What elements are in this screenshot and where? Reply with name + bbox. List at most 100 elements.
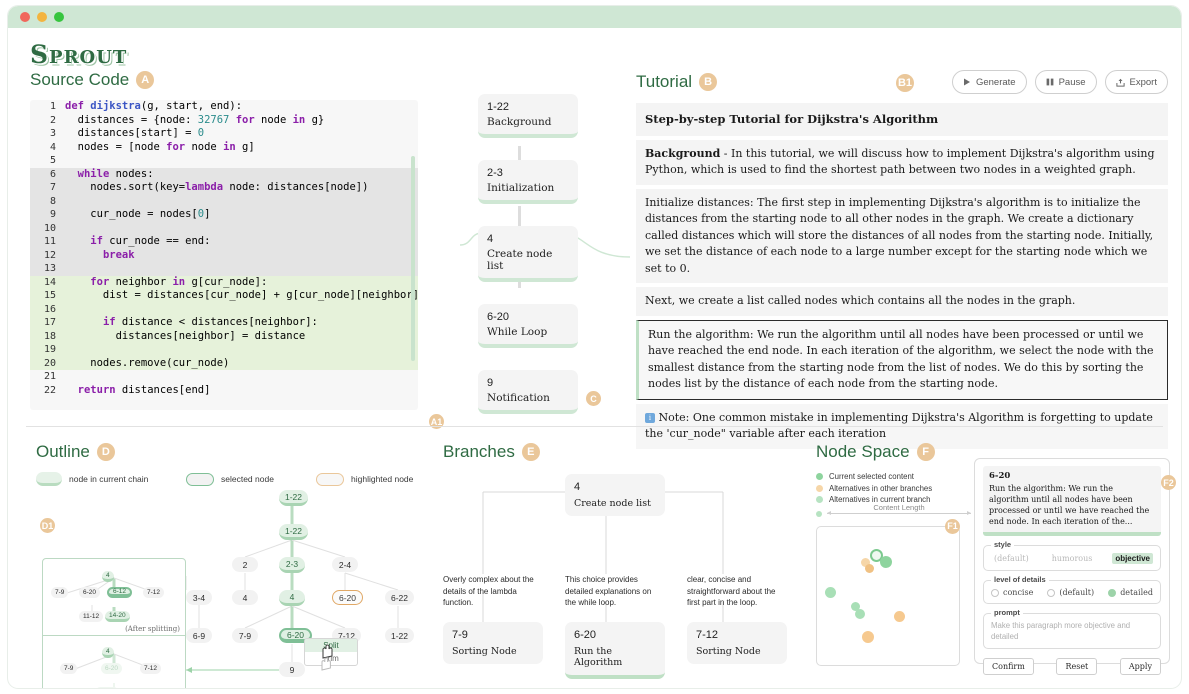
line-content: nodes = [node for node in g] — [65, 140, 255, 153]
style-option[interactable]: (default) — [991, 553, 1032, 564]
code-line[interactable]: 21 — [30, 370, 418, 384]
code-line[interactable]: 19 — [30, 343, 418, 357]
level-of-details-options[interactable]: concise (default) detailed — [991, 588, 1153, 597]
branch-option-range: 6-20 — [574, 629, 597, 641]
tutorial-paragraph-initialize[interactable]: Initialize distances: The first step in … — [636, 188, 1168, 283]
outline-node[interactable]: 4 — [232, 590, 258, 605]
chain-node[interactable]: 1-22 Background — [478, 94, 578, 138]
tutorial-paragraph-selected[interactable]: Run the algorithm: We run the algorithm … — [636, 319, 1168, 400]
style-fieldset: style (default) humorous objective — [983, 540, 1161, 571]
outline-node[interactable]: 6-9 — [186, 628, 212, 643]
maximize-window-button[interactable] — [54, 12, 64, 22]
inset-node[interactable]: 7-12 — [140, 663, 162, 674]
outline-node[interactable]: 2-4 — [332, 557, 358, 572]
chain-node[interactable]: 2-3 Initialization — [478, 160, 578, 204]
inset-node[interactable]: 7-9 — [51, 587, 69, 598]
scatter-point[interactable] — [893, 611, 905, 622]
scatter-point[interactable] — [880, 555, 892, 568]
apply-button[interactable]: Apply — [1119, 658, 1161, 675]
inset-node[interactable]: 4 — [102, 647, 114, 658]
detail-option[interactable]: (default) — [1047, 588, 1094, 597]
code-line[interactable]: 13 — [30, 262, 418, 276]
outline-node[interactable]: 7-9 — [232, 628, 258, 643]
minimize-window-button[interactable] — [37, 12, 47, 22]
outline-node[interactable]: 3-4 — [186, 590, 212, 605]
inset-node[interactable]: 11-12 — [95, 687, 120, 688]
outline-node[interactable]: 6-20 — [332, 590, 364, 605]
style-option[interactable]: humorous — [1049, 553, 1096, 564]
tutorial-heading[interactable]: Step-by-step Tutorial for Dijkstra's Alg… — [636, 103, 1168, 136]
chain-node[interactable]: 4 Create node list — [478, 226, 578, 282]
scatter-point[interactable] — [864, 564, 874, 573]
confirm-button[interactable]: Confirm — [983, 658, 1034, 675]
export-button[interactable]: Export — [1104, 70, 1168, 94]
code-line[interactable]: 9 cur_node = nodes[0] — [30, 208, 418, 222]
code-line[interactable]: 17 if distance < distances[neighbor]: — [30, 316, 418, 330]
chain-node[interactable]: 9 Notification — [478, 370, 578, 414]
code-line[interactable]: 15 dist = distances[cur_node] + g[cur_no… — [30, 289, 418, 303]
inset-node[interactable]: 14-20 — [105, 611, 130, 622]
inset-node[interactable]: 4 — [102, 571, 114, 582]
code-line[interactable]: 12 break — [30, 248, 418, 262]
outline-node[interactable]: 1-22 — [279, 524, 309, 540]
inset-node[interactable]: 7-12 — [143, 587, 165, 598]
inset-node[interactable]: 7-9 — [60, 663, 78, 674]
scatter-point[interactable] — [862, 630, 874, 643]
generate-button[interactable]: Generate — [951, 70, 1027, 94]
chain-node[interactable]: 6-20 While Loop — [478, 304, 578, 348]
code-line[interactable]: 16 — [30, 302, 418, 316]
code-line[interactable]: 18 distances[neighbor] = distance — [30, 329, 418, 343]
code-line[interactable]: 4 nodes = [node for node in g] — [30, 141, 418, 155]
badge-c: C — [586, 391, 601, 406]
node-space-scatter-plot[interactable]: F1 — [816, 518, 960, 666]
style-options[interactable]: (default) humorous objective — [991, 553, 1153, 564]
inset-node[interactable]: 11-12 — [79, 611, 104, 622]
outline-node[interactable]: 2-3 — [279, 557, 305, 573]
editor-preview[interactable]: 6-20 Run the algorithm: We run the algor… — [983, 466, 1161, 536]
prompt-input[interactable]: Make this paragraph more objective and d… — [991, 621, 1153, 642]
inset-node[interactable]: 6-20 — [101, 663, 123, 674]
outline-tree[interactable]: 4 7-9 6-20 6-12 7-12 11-12 14-20 (After splitt… — [36, 486, 426, 688]
branch-option-node[interactable]: 7-12 Sorting Node — [687, 622, 787, 664]
source-code-panel: Source Code A 1 def dijkstra(g, start, en… — [30, 70, 444, 429]
branch-option-node[interactable]: 6-20 Run the Algorithm — [565, 622, 665, 679]
detail-option[interactable]: concise — [991, 588, 1033, 597]
close-window-button[interactable] — [20, 12, 30, 22]
tutorial-paragraph-next[interactable]: Next, we create a list called nodes whic… — [636, 287, 1168, 316]
tutorial-paragraph-background[interactable]: Background - In this tutorial, we will d… — [636, 139, 1168, 185]
detail-option[interactable]: detailed — [1108, 588, 1153, 597]
branch-parent-node[interactable]: 4 Create node list — [565, 474, 665, 516]
code-line[interactable]: 20 nodes.remove(cur_node) — [30, 356, 418, 370]
radio-icon — [1108, 588, 1117, 597]
outline-node[interactable]: 1-22 — [385, 628, 415, 643]
code-line[interactable]: 14 for neighbor in g[cur_node]: — [30, 275, 418, 289]
code-scrollbar[interactable] — [411, 156, 415, 361]
code-line[interactable]: 7 nodes.sort(key=lambda node: distances[… — [30, 181, 418, 195]
inset-node[interactable]: 6-20 — [79, 587, 101, 598]
app-window: Sprout Source Code A 1 def dijkstra(g, st… — [8, 6, 1181, 688]
outline-node[interactable]: 9 — [279, 662, 305, 677]
code-line[interactable]: 2 distances = {node: 32767 for node in g… — [30, 114, 418, 128]
code-line[interactable]: 22 return distances[end] — [30, 384, 418, 398]
ns-legend-label-current: Current selected content — [829, 472, 914, 481]
style-option[interactable]: objective — [1112, 553, 1153, 564]
code-editor[interactable]: 1 def dijkstra(g, start, end): 2 distances… — [30, 100, 418, 410]
outline-node[interactable]: 2 — [232, 557, 258, 572]
scatter-point[interactable] — [855, 608, 865, 619]
outline-node[interactable]: 6-22 — [385, 590, 415, 605]
code-line[interactable]: 11 if cur_node == end: — [30, 235, 418, 249]
code-line[interactable]: 5 — [30, 154, 418, 168]
scatter-point[interactable] — [824, 587, 836, 598]
code-line[interactable]: 8 — [30, 194, 418, 208]
branches-panel: Branches E 4 Create node list Overly com… — [443, 442, 803, 679]
outline-node[interactable]: 4 — [279, 590, 305, 606]
code-line[interactable]: 10 — [30, 221, 418, 235]
inset-node[interactable]: 6-12 — [107, 587, 133, 598]
reset-button[interactable]: Reset — [1056, 658, 1098, 675]
outline-node[interactable]: 1-22 — [279, 490, 309, 506]
code-line[interactable]: 6 while nodes: — [30, 167, 418, 181]
code-line[interactable]: 3 distances[start] = 0 — [30, 127, 418, 141]
code-line[interactable]: 1 def dijkstra(g, start, end): — [30, 100, 418, 114]
branch-option-node[interactable]: 7-9 Sorting Node — [443, 622, 543, 664]
pause-button[interactable]: Pause — [1034, 70, 1097, 94]
